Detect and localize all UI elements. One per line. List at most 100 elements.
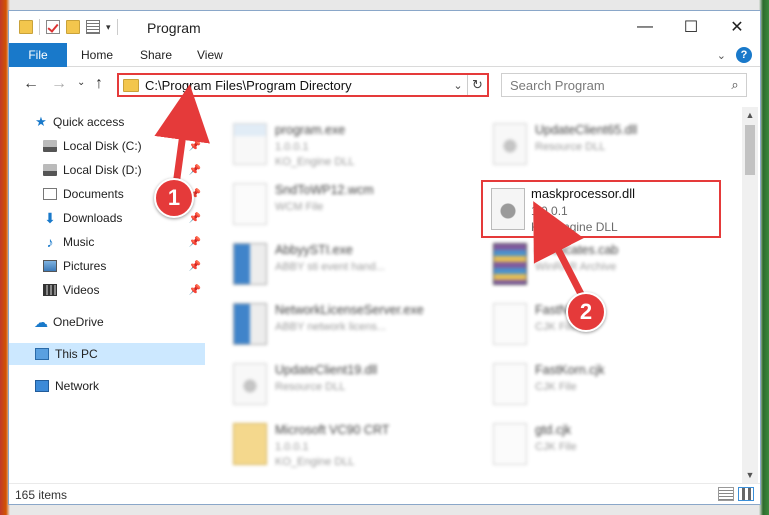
close-button[interactable]: ✕ bbox=[714, 11, 760, 43]
toolbar-divider bbox=[116, 19, 118, 35]
folder-icon bbox=[123, 78, 139, 92]
title-bar: ▾ Program — ☐ ✕ bbox=[9, 11, 760, 43]
list-item[interactable]: gtd.cjk CJK File bbox=[473, 419, 713, 475]
navigation-bar: ← → ⌄ ↑ C:\Program Files\Program Directo… bbox=[9, 71, 760, 99]
list-item[interactable]: UpdateClient19.dll Resource DLL bbox=[213, 359, 453, 415]
file-detail: Resource DLL bbox=[275, 381, 346, 393]
file-name: NetworkLicenseServer.exe bbox=[275, 303, 424, 317]
scroll-up-icon[interactable]: ▲ bbox=[742, 107, 758, 123]
list-item[interactable]: SndToWP12.wcm WCM File bbox=[213, 179, 453, 235]
archive-icon bbox=[493, 243, 527, 285]
file-detail: CJK File bbox=[535, 441, 577, 453]
sidebar-item-label: Network bbox=[55, 379, 100, 393]
large-icons-view-icon[interactable] bbox=[738, 487, 754, 501]
file-name: Microsoft VC90 CRT bbox=[275, 423, 390, 437]
file-name: SndToWP12.wcm bbox=[275, 183, 374, 197]
network-icon bbox=[35, 380, 49, 392]
scroll-thumb[interactable] bbox=[745, 125, 755, 175]
folder-file-icon bbox=[233, 423, 267, 465]
tab-file[interactable]: File bbox=[9, 43, 67, 67]
sidebar-item-music[interactable]: ♪ Music 📌 bbox=[9, 231, 205, 253]
sidebar-item-pictures[interactable]: Pictures 📌 bbox=[9, 255, 205, 277]
customize-toolbar-chevron-down-icon[interactable]: ▾ bbox=[106, 22, 111, 33]
maximize-button[interactable]: ☐ bbox=[668, 11, 714, 43]
new-folder-icon[interactable] bbox=[66, 20, 80, 34]
pin-icon: 📌 bbox=[188, 140, 201, 152]
pin-icon: 📌 bbox=[188, 164, 201, 176]
list-item[interactable]: AbbyySTI.exe ABBY sti event hand... bbox=[213, 239, 453, 295]
highlighted-file-maskprocessor[interactable]: maskprocessor.dll 1.0.0.1 KO_Engine DLL bbox=[481, 180, 721, 238]
tab-home[interactable]: Home bbox=[81, 43, 113, 67]
file-list: program.exe 1.0.0.1 KO_Engine DLL SndToW… bbox=[213, 107, 741, 483]
scroll-down-icon[interactable]: ▼ bbox=[742, 467, 758, 483]
documents-icon bbox=[43, 188, 57, 200]
file-version: 1.0.0.1 bbox=[531, 204, 568, 218]
sidebar-item-label: OneDrive bbox=[53, 315, 104, 329]
file-name: program.exe bbox=[275, 123, 346, 137]
properties-check-icon[interactable] bbox=[46, 20, 60, 34]
recent-locations-chevron-icon[interactable]: ⌄ bbox=[77, 77, 85, 88]
list-item[interactable]: FastKorn.cjk CJK File bbox=[473, 359, 713, 415]
tab-share[interactable]: Share bbox=[140, 43, 172, 67]
refresh-icon[interactable]: ↻ bbox=[467, 75, 487, 95]
computer-icon bbox=[35, 348, 49, 360]
dll-file-icon bbox=[493, 123, 527, 165]
folder-icon bbox=[19, 20, 33, 34]
minimize-button[interactable]: — bbox=[622, 11, 668, 43]
pin-icon: 📌 bbox=[188, 284, 201, 296]
sidebar-item-label: Music bbox=[63, 235, 95, 249]
file-icon bbox=[493, 303, 527, 345]
list-item[interactable]: NetworkLicenseServer.exe ABBY network li… bbox=[213, 299, 453, 355]
disk-icon bbox=[43, 140, 57, 152]
sidebar-item-quick-access[interactable]: ★ Quick access bbox=[9, 111, 205, 133]
address-bar[interactable]: C:\Program Files\Program Directory ⌄ ↻ bbox=[117, 73, 489, 97]
tab-view[interactable]: View bbox=[197, 43, 223, 67]
file-detail: 1.0.0.1 bbox=[275, 141, 309, 153]
file-detail: WCM File bbox=[275, 201, 324, 213]
search-input[interactable]: Search Program bbox=[510, 78, 724, 93]
sidebar-item-local-disk-c[interactable]: Local Disk (C:) 📌 bbox=[9, 135, 205, 157]
sidebar-item-label: Quick access bbox=[53, 115, 125, 129]
download-icon: ⬇ bbox=[44, 209, 56, 226]
address-chevron-down-icon[interactable]: ⌄ bbox=[449, 79, 467, 92]
list-item[interactable]: Microsoft VC90 CRT 1.0.0.1 KO_Engine DLL bbox=[213, 419, 453, 475]
forward-button[interactable]: → bbox=[51, 75, 67, 93]
details-view-icon[interactable] bbox=[718, 487, 734, 501]
expand-ribbon-chevron-icon[interactable]: ⌄ bbox=[717, 49, 726, 62]
music-icon: ♪ bbox=[46, 234, 54, 250]
file-detail: Resource DLL bbox=[535, 141, 606, 153]
help-icon[interactable]: ? bbox=[736, 47, 752, 63]
sidebar-item-label: Downloads bbox=[63, 211, 123, 225]
up-button[interactable]: ↑ bbox=[95, 75, 103, 93]
sidebar-item-videos[interactable]: Videos 📌 bbox=[9, 279, 205, 301]
search-box[interactable]: Search Program ⌕ bbox=[501, 73, 747, 97]
search-icon[interactable]: ⌕ bbox=[724, 77, 746, 93]
application-icon bbox=[233, 303, 267, 345]
sidebar-item-network[interactable]: Network bbox=[9, 375, 205, 397]
properties-icon[interactable] bbox=[86, 20, 100, 34]
file-detail: ABBY network licens... bbox=[275, 321, 387, 333]
navigation-pane: ★ Quick access Local Disk (C:) 📌 Local D… bbox=[9, 107, 205, 483]
back-button[interactable]: ← bbox=[23, 75, 39, 93]
list-item[interactable]: program.exe 1.0.0.1 KO_Engine DLL bbox=[213, 119, 453, 175]
list-item[interactable]: certificates.cab WinRAR Archive bbox=[473, 239, 713, 295]
file-name: UpdateClient65.dll bbox=[535, 123, 638, 137]
address-path[interactable]: C:\Program Files\Program Directory bbox=[145, 78, 449, 93]
list-item[interactable]: UpdateClient65.dll Resource DLL bbox=[473, 119, 713, 175]
pin-icon: 📌 bbox=[188, 212, 201, 224]
file-detail: CJK File bbox=[535, 381, 577, 393]
sidebar-item-this-pc[interactable]: This PC bbox=[9, 343, 205, 365]
sidebar-item-label: Pictures bbox=[63, 259, 107, 273]
file-name: FastKorn.cjk bbox=[535, 363, 605, 377]
file-icon bbox=[493, 363, 527, 405]
file-icon bbox=[233, 183, 267, 225]
item-count: 165 items bbox=[15, 488, 68, 502]
file-icon bbox=[493, 423, 527, 465]
star-icon: ★ bbox=[35, 114, 47, 129]
sidebar-item-onedrive[interactable]: ☁ OneDrive bbox=[9, 311, 205, 333]
file-name: maskprocessor.dll bbox=[531, 186, 636, 201]
file-detail: WinRAR Archive bbox=[535, 261, 617, 273]
file-description: KO_Engine DLL bbox=[531, 220, 618, 234]
sidebar-item-label: This PC bbox=[55, 347, 98, 361]
vertical-scrollbar[interactable]: ▲ ▼ bbox=[742, 107, 758, 483]
